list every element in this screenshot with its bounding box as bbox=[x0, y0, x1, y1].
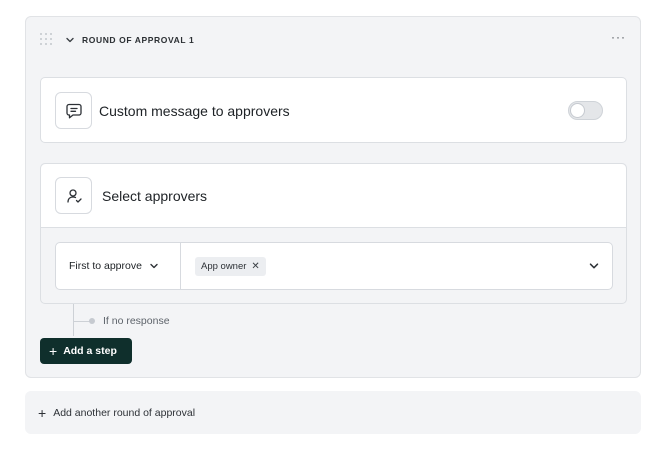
user-check-icon bbox=[55, 177, 92, 214]
add-round-button[interactable]: + Add another round of approval bbox=[25, 391, 641, 434]
approver-selector: First to approve App owner ✕ bbox=[55, 242, 613, 290]
approval-mode-dropdown[interactable]: First to approve bbox=[56, 243, 181, 289]
approval-mode-value: First to approve bbox=[69, 260, 142, 272]
add-step-button[interactable]: + Add a step bbox=[40, 338, 132, 364]
add-step-label: Add a step bbox=[63, 345, 117, 357]
message-square-icon bbox=[55, 92, 92, 129]
step-connector-branch bbox=[73, 321, 90, 322]
approver-chip-label: App owner bbox=[201, 261, 247, 272]
more-options-icon[interactable]: ··· bbox=[611, 31, 626, 43]
round-title: ROUND OF APPROVAL 1 bbox=[82, 35, 195, 45]
custom-message-toggle[interactable] bbox=[568, 101, 603, 120]
add-round-label: Add another round of approval bbox=[53, 406, 196, 419]
custom-message-panel: Custom message to approvers bbox=[40, 77, 627, 143]
custom-message-title: Custom message to approvers bbox=[99, 103, 290, 119]
chip-remove-icon[interactable]: ✕ bbox=[251, 261, 259, 272]
approver-select-chevron-icon[interactable] bbox=[588, 260, 600, 272]
toggle-knob bbox=[570, 103, 585, 118]
if-no-response-label: If no response bbox=[103, 315, 170, 327]
approvers-header: Select approvers bbox=[41, 164, 626, 228]
approvers-title: Select approvers bbox=[102, 188, 208, 204]
approval-round-card: ROUND OF APPROVAL 1 ··· Custom message t… bbox=[25, 16, 641, 378]
drag-handle-icon[interactable] bbox=[40, 33, 54, 47]
plus-icon: + bbox=[38, 404, 47, 421]
chevron-down-icon bbox=[149, 261, 159, 271]
approvers-panel: Select approvers First to approve App ow… bbox=[40, 163, 627, 304]
plus-icon: + bbox=[49, 343, 58, 359]
round-header: ROUND OF APPROVAL 1 bbox=[40, 33, 194, 47]
approver-chip: App owner ✕ bbox=[195, 257, 266, 276]
step-connector-line bbox=[73, 304, 74, 336]
chevron-down-icon[interactable] bbox=[64, 34, 76, 46]
step-connector-dot bbox=[89, 318, 95, 324]
